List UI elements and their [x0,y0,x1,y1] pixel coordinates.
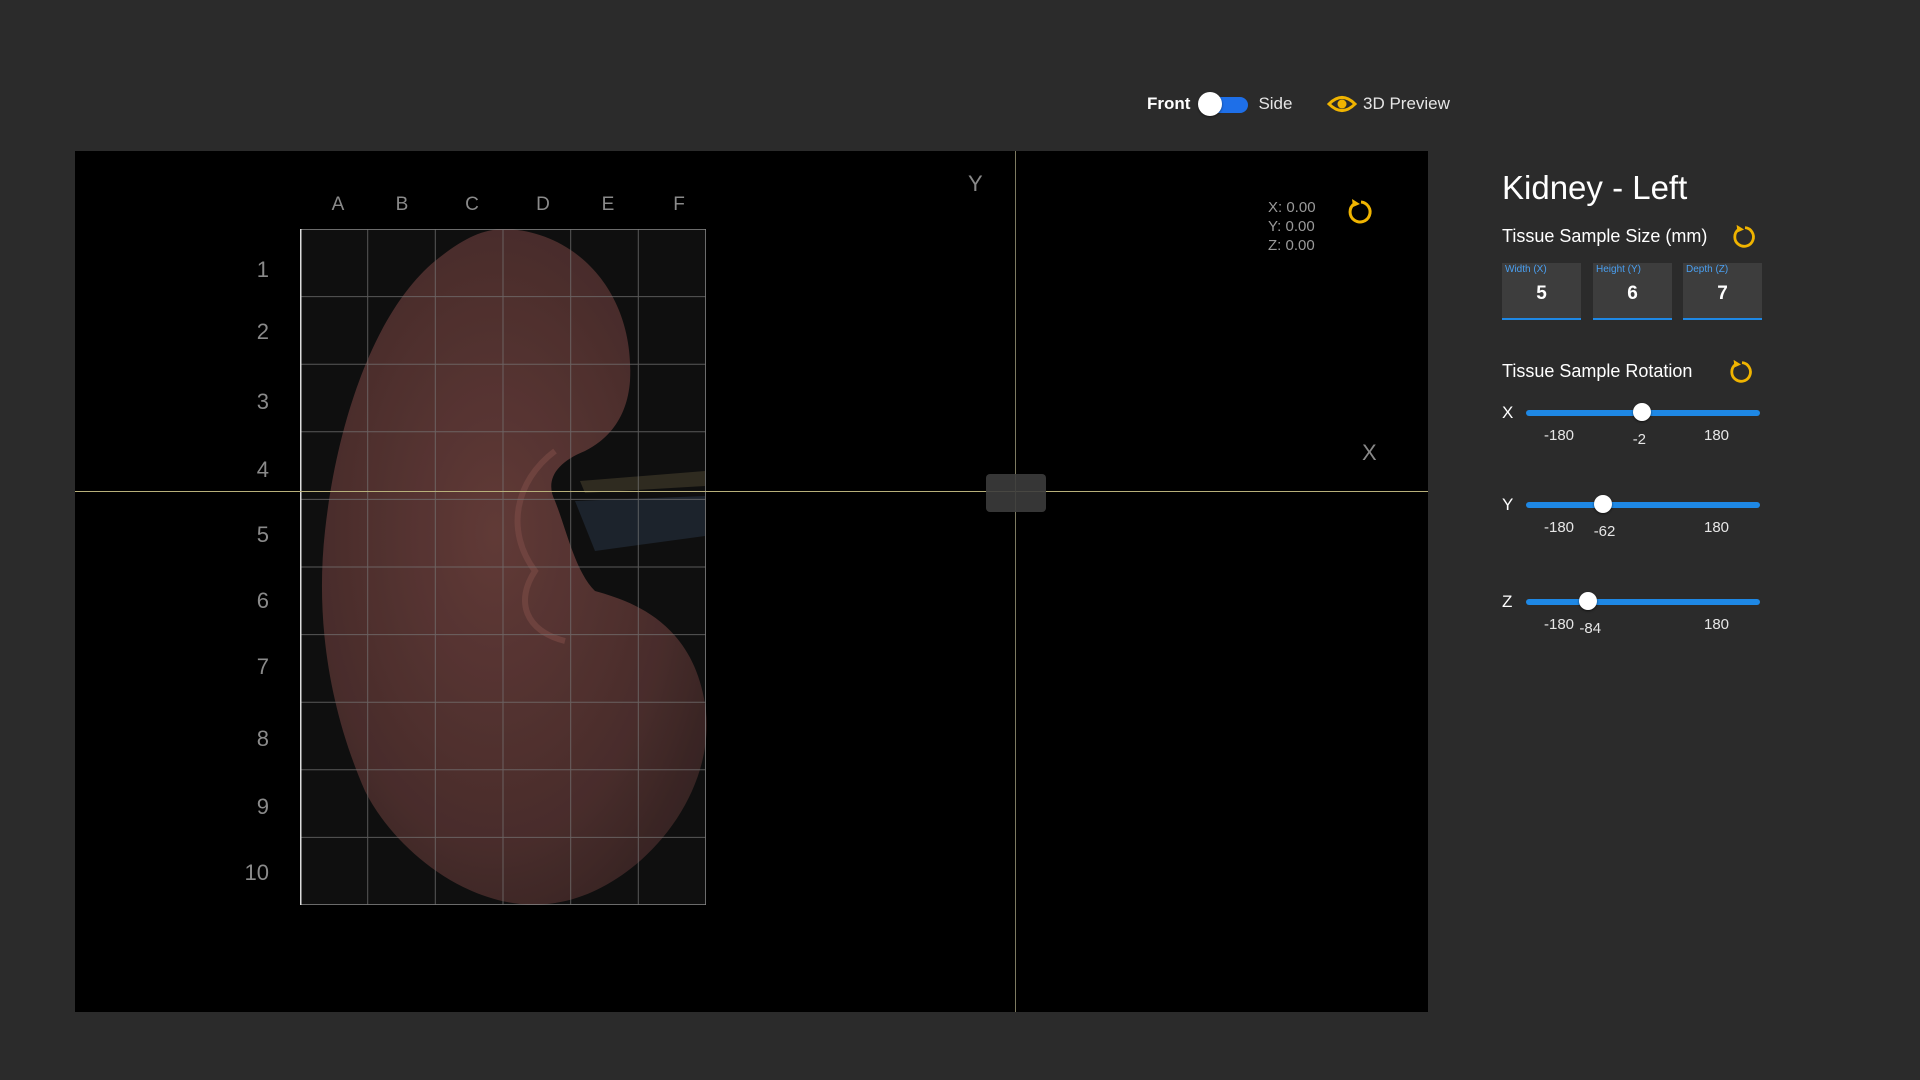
3d-preview-label: 3D Preview [1363,94,1450,113]
rotation-section-title: Tissue Sample Rotation [1502,361,1693,381]
column-label: B [395,194,409,215]
row-label: 1 [256,257,269,282]
reset-rotation-icon[interactable] [1728,358,1756,386]
slider-thumb[interactable] [1593,495,1612,513]
panel-title: Kidney - Left [1502,169,1688,206]
tissue-sample-block[interactable] [986,474,1046,512]
reset-size-icon[interactable] [1731,223,1759,251]
row-label: 9 [256,794,269,819]
rotation-x-slider[interactable]: X -180 -2 180 [1502,403,1772,453]
slider-max: 180 [1704,427,1730,444]
row-label: 6 [256,588,269,613]
slider-min: -180 [1544,519,1575,536]
3d-preview-button[interactable]: 3D Preview [1327,90,1450,118]
x-axis-label: X [1362,440,1377,465]
rotation-y-label: Y [1502,495,1514,514]
view-toggle[interactable]: Front Side [1147,90,1292,118]
row-label: 2 [256,319,269,344]
y-axis-line [1015,151,1016,1012]
depth-field-label: Depth (Z) [1686,264,1729,275]
side-label[interactable]: Side [1258,94,1292,114]
coord-z: Z: 0.00 [1268,237,1315,254]
row-label: 3 [256,389,269,414]
slider-value: -2 [1632,431,1647,448]
coordinates-readout: X: 0.00 Y: 0.00 Z: 0.00 [1268,198,1316,255]
slider-track[interactable] [1526,502,1760,508]
slider-value: -84 [1579,620,1602,637]
slider-min: -180 [1544,616,1575,633]
front-side-switch[interactable] [1198,92,1249,116]
rotation-x-label: X [1502,403,1514,422]
row-label: 10 [244,860,269,885]
column-label: F [673,194,685,215]
slider-max: 180 [1704,519,1730,536]
x-axis-line [75,491,1428,492]
column-label: A [331,194,345,215]
grid-overlay [300,229,706,905]
row-label: 8 [256,726,269,751]
rotation-z-label: Z [1502,592,1513,611]
slider-min: -180 [1544,427,1575,444]
height-field-label: Height (Y) [1596,264,1642,275]
column-label: D [536,194,550,215]
column-label: E [601,194,615,215]
width-field-value[interactable]: 5 [1502,283,1581,305]
row-label: 4 [256,457,269,482]
viewport-canvas[interactable]: A B C D E F 1 2 3 4 5 6 7 8 9 10 Y X X: … [75,151,1428,1012]
rotation-y-slider[interactable]: Y -180 -62 180 [1502,495,1772,545]
front-label[interactable]: Front [1147,94,1190,114]
reset-view-icon[interactable] [1346,197,1376,227]
height-field-value[interactable]: 6 [1593,283,1672,305]
y-axis-label: Y [968,171,983,196]
width-field-label: Width (X) [1505,264,1547,275]
slider-track[interactable] [1526,599,1760,605]
width-field[interactable]: Width (X) 5 [1502,263,1581,320]
slider-thumb[interactable] [1579,592,1598,610]
depth-field-value[interactable]: 7 [1683,283,1762,305]
rotation-z-slider[interactable]: Z -180 -84 180 [1502,592,1772,642]
column-label: C [465,194,479,215]
grid-column-labels: A B C D E F [75,194,1428,218]
depth-field[interactable]: Depth (Z) 7 [1683,263,1762,320]
kidney-model [321,229,707,905]
slider-max: 180 [1704,616,1730,633]
row-label: 7 [256,654,269,679]
coord-x: X: 0.00 [1268,199,1316,216]
slider-thumb[interactable] [1632,403,1651,421]
slider-value: -62 [1593,523,1616,540]
size-section-title: Tissue Sample Size (mm) [1502,226,1708,246]
eye-icon [1327,96,1357,112]
height-field[interactable]: Height (Y) 6 [1593,263,1672,320]
row-label: 5 [256,522,269,547]
coord-y: Y: 0.00 [1268,218,1315,235]
